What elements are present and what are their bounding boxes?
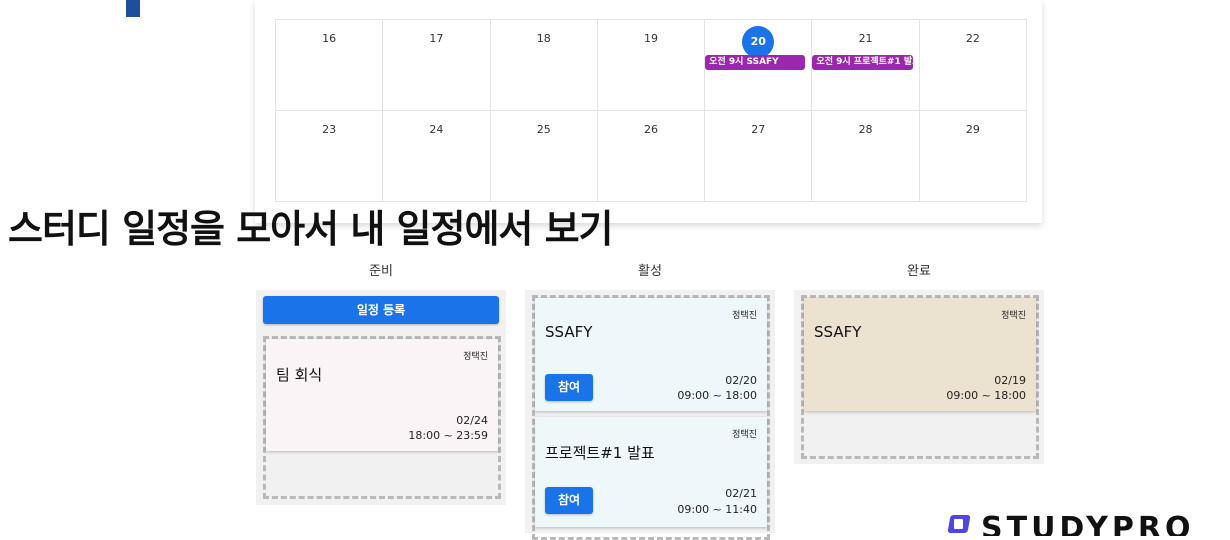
calendar-day[interactable]: 17 — [383, 20, 491, 111]
card-time: 09:00 ~ 18:00 — [677, 389, 757, 402]
calendar-day[interactable]: 26 — [597, 111, 706, 202]
column-title-done: 완료 — [907, 264, 931, 279]
day-number: 16 — [322, 32, 337, 45]
studypro-logo: STUDYPRO — [947, 512, 1194, 536]
page-headline: 스터디 일정을 모아서 내 일정에서 보기 — [8, 207, 614, 251]
day-number: 27 — [751, 123, 766, 136]
schedule-card[interactable]: 정택진 팀 회식 02/24 18:00 ~ 23:59 — [266, 339, 498, 451]
join-button[interactable]: 참여 — [545, 374, 593, 401]
day-number: 21 — [858, 32, 873, 45]
join-button[interactable]: 참여 — [545, 487, 593, 514]
card-date: 02/24 — [456, 414, 488, 427]
day-number: 29 — [965, 123, 980, 136]
calendar-day[interactable]: 29 — [919, 111, 1027, 202]
calendar-day[interactable]: 21 오전 9시 프로젝트#1 발표 — [812, 20, 920, 111]
done-column: 정택진 SSAFY 02/19 09:00 ~ 18:00 — [794, 290, 1044, 464]
month-calendar: 16 17 18 19 20 오전 9시 SSAFY 21 오전 9시 프로젝트… — [255, 0, 1042, 223]
calendar-day[interactable]: 23 — [276, 111, 384, 202]
prepare-dropzone[interactable]: 정택진 팀 회식 02/24 18:00 ~ 23:59 — [263, 336, 501, 499]
done-dropzone[interactable]: 정택진 SSAFY 02/19 09:00 ~ 18:00 — [801, 295, 1039, 459]
corner-accent-bar — [126, 0, 140, 17]
calendar-day[interactable]: 19 — [597, 20, 706, 111]
day-number: 25 — [536, 123, 551, 136]
card-owner: 정택진 — [732, 430, 757, 440]
card-title: 팀 회식 — [276, 366, 323, 384]
calendar-day[interactable]: 16 — [276, 20, 384, 111]
calendar-day[interactable]: 22 — [919, 20, 1027, 111]
schedule-card[interactable]: 정택진 프로젝트#1 발표 참여 02/21 09:00 ~ 11:40 — [535, 417, 767, 527]
card-title: SSAFY — [545, 323, 593, 341]
card-owner: 정택진 — [463, 352, 488, 362]
calendar-grid: 16 17 18 19 20 오전 9시 SSAFY 21 오전 9시 프로젝트… — [275, 19, 1027, 202]
prepare-column: 일정 등록 정택진 팀 회식 02/24 18:00 ~ 23:59 — [256, 290, 506, 505]
day-number: 18 — [536, 32, 551, 45]
active-dropzone[interactable]: 정택진 SSAFY 참여 02/20 09:00 ~ 18:00 정택진 프로젝… — [532, 295, 770, 540]
card-time: 09:00 ~ 11:40 — [677, 503, 757, 516]
calendar-day[interactable]: 25 — [490, 111, 598, 202]
register-schedule-button[interactable]: 일정 등록 — [263, 296, 499, 324]
card-title: SSAFY — [814, 323, 862, 341]
event-chip[interactable]: 오전 9시 SSAFY — [705, 55, 806, 70]
column-title-prepare: 준비 — [369, 264, 393, 279]
calendar-day[interactable]: 18 — [490, 20, 598, 111]
day-number: 22 — [965, 32, 980, 45]
card-title: 프로젝트#1 발표 — [545, 444, 655, 462]
calendar-day[interactable]: 28 — [812, 111, 920, 202]
today-marker: 20 — [742, 26, 775, 58]
calendar-day[interactable]: 27 — [705, 111, 813, 202]
day-number: 28 — [858, 123, 873, 136]
event-chip[interactable]: 오전 9시 프로젝트#1 발표 — [812, 55, 913, 70]
card-owner: 정택진 — [1001, 311, 1026, 321]
schedule-card[interactable]: 정택진 SSAFY 참여 02/20 09:00 ~ 18:00 — [535, 298, 767, 411]
active-column: 정택진 SSAFY 참여 02/20 09:00 ~ 18:00 정택진 프로젝… — [525, 290, 775, 540]
column-title-active: 활성 — [638, 264, 662, 279]
card-owner: 정택진 — [732, 311, 757, 321]
logo-icon — [947, 512, 973, 534]
card-time: 18:00 ~ 23:59 — [408, 429, 488, 442]
card-date: 02/19 — [994, 374, 1026, 387]
day-number: 19 — [643, 32, 658, 45]
calendar-day-today[interactable]: 20 오전 9시 SSAFY — [705, 20, 813, 111]
day-number: 26 — [643, 123, 658, 136]
schedule-card[interactable]: 정택진 SSAFY 02/19 09:00 ~ 18:00 — [804, 298, 1036, 411]
card-time: 09:00 ~ 18:00 — [946, 389, 1026, 402]
day-number: 24 — [429, 123, 444, 136]
card-date: 02/21 — [725, 487, 757, 500]
calendar-day[interactable]: 24 — [383, 111, 491, 202]
card-date: 02/20 — [725, 374, 757, 387]
day-number: 23 — [322, 123, 337, 136]
day-number: 17 — [429, 32, 444, 45]
logo-text: STUDYPRO — [981, 512, 1195, 536]
